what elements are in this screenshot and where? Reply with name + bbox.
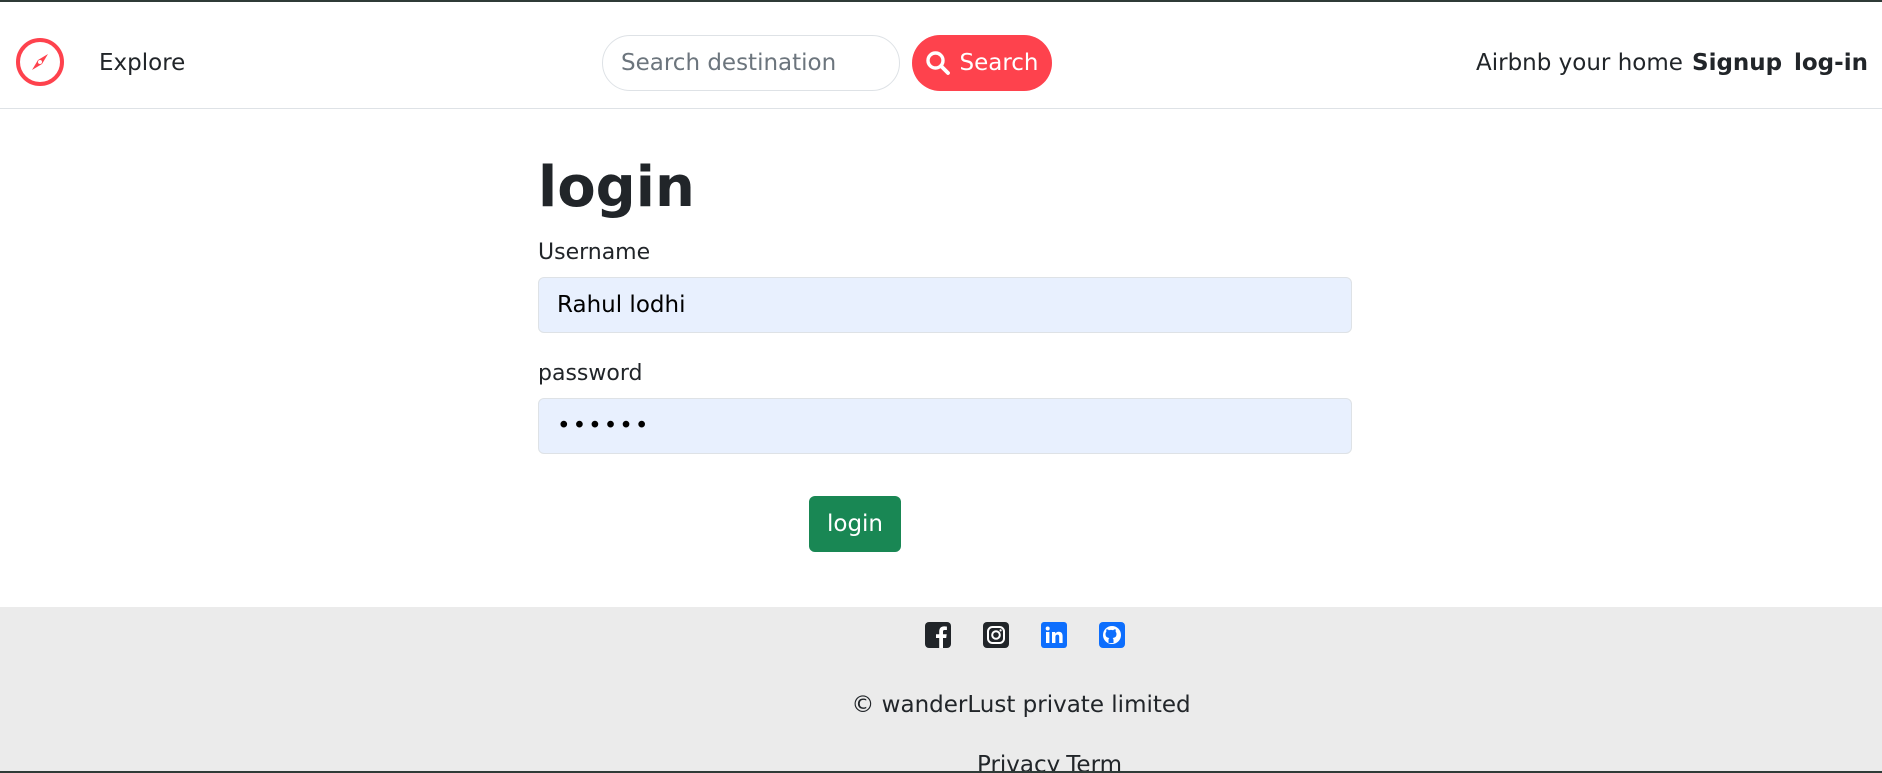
compass-icon[interactable]	[15, 37, 65, 87]
privacy-link[interactable]: Privacy	[977, 752, 1060, 773]
password-input[interactable]	[538, 398, 1352, 454]
navbar: Explore Search Airbnb your home Signup l…	[0, 2, 1882, 109]
page-title: login	[538, 155, 695, 220]
search-icon	[926, 51, 951, 75]
login-submit-button[interactable]: login	[809, 496, 901, 552]
copyright-text: © wanderLust private limited	[851, 692, 1191, 718]
username-field-group: Username	[538, 240, 1352, 333]
terms-link[interactable]: Term	[1066, 752, 1122, 773]
nav-login-link[interactable]: log-in	[1794, 50, 1868, 76]
search-input[interactable]	[602, 35, 900, 91]
social-links	[924, 621, 1126, 649]
github-icon[interactable]	[1098, 621, 1126, 649]
password-label: password	[538, 361, 643, 386]
username-label: Username	[538, 240, 651, 265]
footer-links: Privacy Term	[977, 752, 1128, 773]
nav-signup-link[interactable]: Signup	[1692, 50, 1782, 76]
login-form: login Username password login	[538, 155, 1352, 552]
search-button-label: Search	[959, 50, 1039, 76]
instagram-icon[interactable]	[982, 621, 1010, 649]
password-field-group: password	[538, 361, 1352, 454]
linkedin-icon[interactable]	[1040, 621, 1068, 649]
search-button[interactable]: Search	[912, 35, 1052, 91]
facebook-icon[interactable]	[924, 621, 952, 649]
footer: © wanderLust private limited Privacy Term	[0, 607, 1882, 773]
nav-airbnb-your-home-link[interactable]: Airbnb your home	[1476, 50, 1683, 76]
nav-explore-link[interactable]: Explore	[99, 50, 185, 76]
username-input[interactable]	[538, 277, 1352, 333]
